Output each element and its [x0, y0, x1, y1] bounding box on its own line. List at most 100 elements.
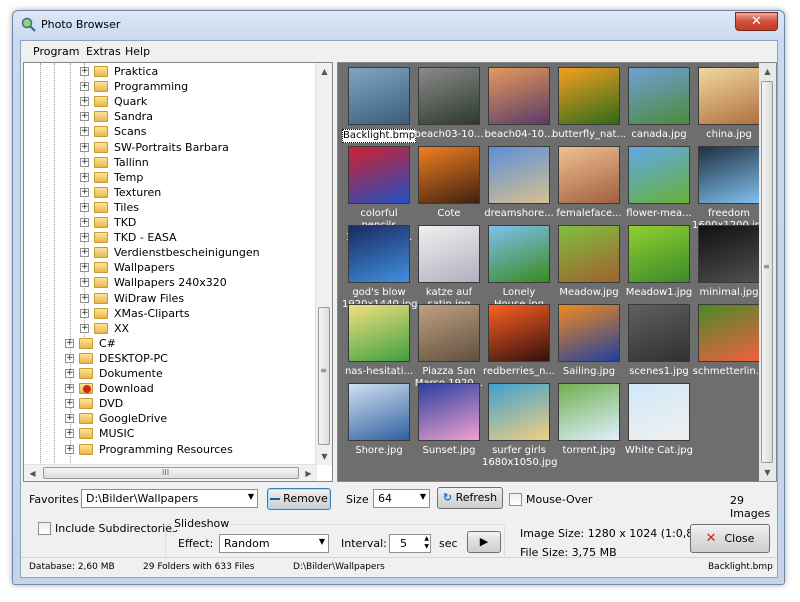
tree-item[interactable]: + Scans	[24, 124, 324, 139]
tree-item[interactable]: + C#	[24, 336, 324, 351]
expand-icon[interactable]: +	[80, 157, 89, 167]
thumbnail-image[interactable]	[558, 304, 620, 362]
tree-item[interactable]: + Dokumente	[24, 366, 324, 381]
menu-help[interactable]: Help	[125, 45, 150, 58]
thumbnail-image[interactable]	[348, 225, 410, 283]
size-combo[interactable]: 64 ▼	[373, 489, 430, 508]
thumbnail-image[interactable]	[558, 225, 620, 283]
thumbnail-image[interactable]	[628, 383, 690, 441]
expand-icon[interactable]: +	[80, 82, 89, 92]
scroll-up-arrow-icon[interactable]: ▲	[316, 63, 332, 80]
thumbnail-image[interactable]	[418, 304, 480, 362]
interval-spinner[interactable]: 5 ▲ ▼	[389, 534, 431, 553]
tree-item[interactable]: + Download	[24, 381, 324, 396]
tree-item[interactable]: + TKD - EASA	[24, 230, 324, 245]
expand-icon[interactable]: +	[65, 414, 74, 424]
menu-extras[interactable]: Extras	[86, 45, 121, 58]
thumbnail-image[interactable]	[698, 146, 760, 204]
gallery-scrollbar[interactable]: ▲ ≡ ▼	[759, 63, 776, 481]
mouseover-checkbox[interactable]	[509, 493, 522, 506]
thumbnail-image[interactable]	[488, 304, 550, 362]
thumbnail-image[interactable]	[698, 304, 760, 362]
play-slideshow-button[interactable]: ▶	[467, 531, 501, 553]
scroll-down-arrow-icon[interactable]: ▼	[316, 448, 332, 465]
expand-icon[interactable]: +	[80, 97, 89, 107]
thumbnail-image[interactable]	[418, 225, 480, 283]
tree-item[interactable]: + SW-Portraits Barbara	[24, 140, 324, 155]
expand-icon[interactable]: +	[80, 127, 89, 137]
tree-item[interactable]: + Texturen	[24, 185, 324, 200]
tree-item[interactable]: + DVD	[24, 396, 324, 411]
close-button[interactable]: ✕ Close	[690, 524, 770, 553]
tree-item[interactable]: + GoogleDrive	[24, 411, 324, 426]
expand-icon[interactable]: +	[80, 187, 89, 197]
expand-icon[interactable]: +	[80, 218, 89, 227]
folder-tree[interactable]: + Praktica + Programming + Quark + Sandra + Scans…	[23, 62, 333, 482]
expand-icon[interactable]: +	[80, 112, 89, 122]
tree-item[interactable]: + Wallpapers	[24, 260, 324, 275]
thumbnail-gallery[interactable]: Backlight.bmp beach03-10... beach04-10... b…	[337, 62, 777, 482]
thumbnail-image[interactable]	[348, 67, 410, 125]
expand-icon[interactable]: +	[80, 67, 89, 76]
expand-icon[interactable]: +	[80, 293, 89, 303]
menu-program[interactable]: Program	[33, 45, 79, 58]
thumbnail-image[interactable]	[558, 67, 620, 125]
tree-horizontal-scrollbar[interactable]: ◀ III ▶	[24, 464, 317, 481]
expand-icon[interactable]: +	[80, 308, 89, 318]
tree-item[interactable]: + Programming Resources	[24, 442, 324, 457]
tree-item[interactable]: + Praktica	[24, 64, 324, 79]
thumbnail-image[interactable]	[698, 225, 760, 283]
thumbnail-image[interactable]	[558, 146, 620, 204]
thumbnail-image[interactable]	[418, 67, 480, 125]
thumbnail-image[interactable]	[488, 67, 550, 125]
thumbnail-image[interactable]	[558, 383, 620, 441]
thumbnail-image[interactable]	[348, 146, 410, 204]
remove-button[interactable]: Remove	[267, 488, 331, 510]
expand-icon[interactable]: +	[80, 263, 89, 273]
tree-item[interactable]: + Wallpapers 240x320	[24, 275, 324, 290]
gallery-scroll-thumb[interactable]: ≡	[761, 81, 773, 463]
thumbnail-image[interactable]	[348, 383, 410, 441]
expand-icon[interactable]: +	[80, 172, 89, 182]
thumbnail-image[interactable]	[628, 146, 690, 204]
thumbnail-image[interactable]	[418, 146, 480, 204]
expand-icon[interactable]: +	[65, 444, 74, 454]
expand-icon[interactable]: +	[80, 323, 89, 333]
expand-icon[interactable]: +	[80, 233, 89, 243]
tree-item[interactable]: + XX	[24, 321, 324, 336]
expand-icon[interactable]: +	[65, 338, 74, 348]
tree-item[interactable]: + DESKTOP-PC	[24, 351, 324, 366]
thumbnail-image[interactable]	[628, 67, 690, 125]
tree-item[interactable]: + TKD	[24, 215, 324, 230]
tree-item[interactable]: + Tallinn	[24, 155, 324, 170]
include-subdirectories-checkbox[interactable]	[38, 522, 51, 535]
refresh-button[interactable]: ↻ Refresh	[437, 487, 503, 509]
tree-item[interactable]: + Temp	[24, 170, 324, 185]
thumbnail-image[interactable]	[488, 225, 550, 283]
expand-icon[interactable]: +	[80, 142, 89, 152]
scroll-right-arrow-icon[interactable]: ▶	[300, 465, 317, 481]
scroll-left-arrow-icon[interactable]: ◀	[24, 465, 41, 481]
tree-vscroll-thumb[interactable]: ≡	[318, 307, 330, 445]
tree-item[interactable]: + XMas-Cliparts	[24, 306, 324, 321]
thumbnail-image[interactable]	[488, 383, 550, 441]
expand-icon[interactable]: +	[65, 399, 74, 409]
expand-icon[interactable]: +	[80, 248, 89, 258]
window-close-button[interactable]: ✕	[735, 12, 778, 31]
thumbnail-image[interactable]	[628, 304, 690, 362]
thumbnail-image[interactable]	[488, 146, 550, 204]
expand-icon[interactable]: +	[80, 278, 89, 288]
gallery-scroll-up-icon[interactable]: ▲	[759, 63, 776, 80]
expand-icon[interactable]: +	[65, 353, 74, 363]
gallery-scroll-down-icon[interactable]: ▼	[759, 464, 776, 481]
tree-item[interactable]: + MUSIC	[24, 426, 324, 441]
tree-vertical-scrollbar[interactable]: ▲ ≡ ▼	[315, 63, 332, 465]
tree-item[interactable]: + Sandra	[24, 109, 324, 124]
spinner-arrows-icon[interactable]: ▲ ▼	[424, 535, 429, 551]
effect-combo[interactable]: Random ▼	[219, 534, 329, 553]
thumbnail-image[interactable]	[348, 304, 410, 362]
title-bar[interactable]: Photo Browser ✕	[13, 11, 784, 39]
tree-item[interactable]: + Quark	[24, 94, 324, 109]
expand-icon[interactable]: +	[65, 384, 74, 394]
tree-item[interactable]: + Programming	[24, 79, 324, 94]
